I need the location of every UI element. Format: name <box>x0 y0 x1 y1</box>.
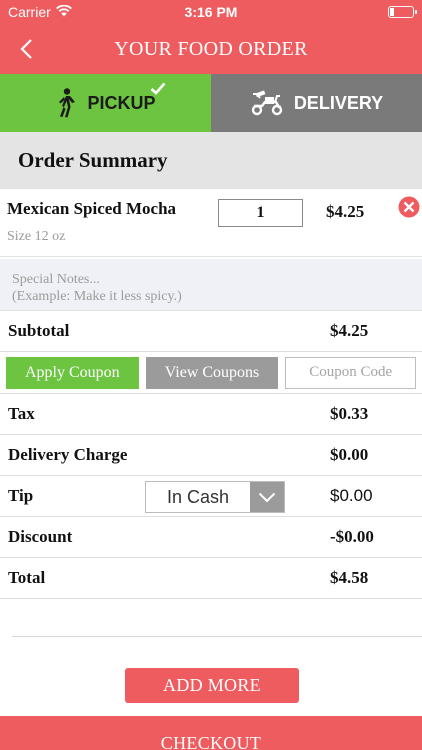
item-name: Mexican Spiced Mocha <box>7 199 177 218</box>
checkmark-icon <box>150 82 166 95</box>
carrier-label: Carrier <box>8 4 51 20</box>
quantity-field[interactable]: 1 <box>218 199 303 227</box>
tab-delivery-label: DELIVERY <box>293 92 384 113</box>
tip-label: Tip <box>8 486 34 505</box>
tab-pickup[interactable]: PICKUP <box>0 74 211 132</box>
tab-pickup-label: PICKUP <box>87 92 156 113</box>
order-item: Mexican Spiced Mocha Size 12 oz 1 $4.25 <box>0 189 422 257</box>
nav-bar: YOUR FOOD ORDER <box>0 24 422 74</box>
notes-placeholder-line2: (Example: Make it less spicy.) <box>12 289 182 304</box>
walking-person-icon <box>59 88 76 118</box>
item-size: Size 12 oz <box>7 229 66 244</box>
app-header: Carrier 3:16 PM YOUR FOOD ORDER <box>0 0 422 74</box>
special-notes-input[interactable]: Special Notes... (Example: Make it less … <box>0 259 422 311</box>
tip-selected-value: In Cash <box>166 486 230 507</box>
wifi-icon <box>55 4 72 20</box>
subtotal-label: Subtotal <box>8 321 70 340</box>
divider <box>12 636 422 637</box>
tip-select[interactable]: In Cash <box>145 481 285 513</box>
apply-coupon-button[interactable]: Apply Coupon <box>6 356 139 389</box>
tip-value: $0.00 <box>330 486 373 505</box>
total-value: $4.58 <box>330 568 369 587</box>
page-title: YOUR FOOD ORDER <box>114 37 308 60</box>
back-button[interactable] <box>14 36 38 62</box>
chevron-left-icon <box>20 39 32 59</box>
discount-row: Discount -$0.00 <box>0 517 422 558</box>
order-type-tabs: PICKUP DELIVERY <box>0 74 422 132</box>
total-row: Total $4.58 <box>0 558 422 599</box>
chevron-down-icon <box>250 482 284 512</box>
remove-item-icon[interactable] <box>398 196 420 218</box>
delivery-charge-row: Delivery Charge $0.00 <box>0 435 422 476</box>
tax-value: $0.33 <box>330 404 369 423</box>
section-header: Order Summary <box>0 132 422 189</box>
status-bar: Carrier 3:16 PM <box>0 0 422 24</box>
checkout-button[interactable]: CHECKOUT <box>0 716 422 750</box>
delivery-charge-label: Delivery Charge <box>8 445 128 464</box>
coupon-controls: Apply Coupon View Coupons Coupon Code <box>0 352 422 394</box>
discount-label: Discount <box>8 527 73 546</box>
tax-row: Tax $0.33 <box>0 394 422 435</box>
total-label: Total <box>8 568 46 587</box>
battery-icon <box>388 6 417 18</box>
order-summary-title: Order Summary <box>18 148 168 172</box>
notes-placeholder-line1: Special Notes... <box>12 272 100 287</box>
subtotal-row: Subtotal $4.25 <box>0 311 422 352</box>
delivery-scooter-icon <box>251 90 283 116</box>
view-coupons-button[interactable]: View Coupons <box>145 356 279 389</box>
coupon-code-input[interactable]: Coupon Code <box>285 356 416 389</box>
discount-value: -$0.00 <box>330 527 374 546</box>
add-more-button[interactable]: ADD MORE <box>125 668 299 703</box>
tip-row: Tip In Cash $0.00 <box>0 476 422 517</box>
subtotal-value: $4.25 <box>330 321 369 340</box>
item-price: $4.25 <box>326 202 365 221</box>
delivery-charge-value: $0.00 <box>330 445 369 464</box>
tax-label: Tax <box>8 404 35 423</box>
tab-delivery[interactable]: DELIVERY <box>211 74 422 132</box>
